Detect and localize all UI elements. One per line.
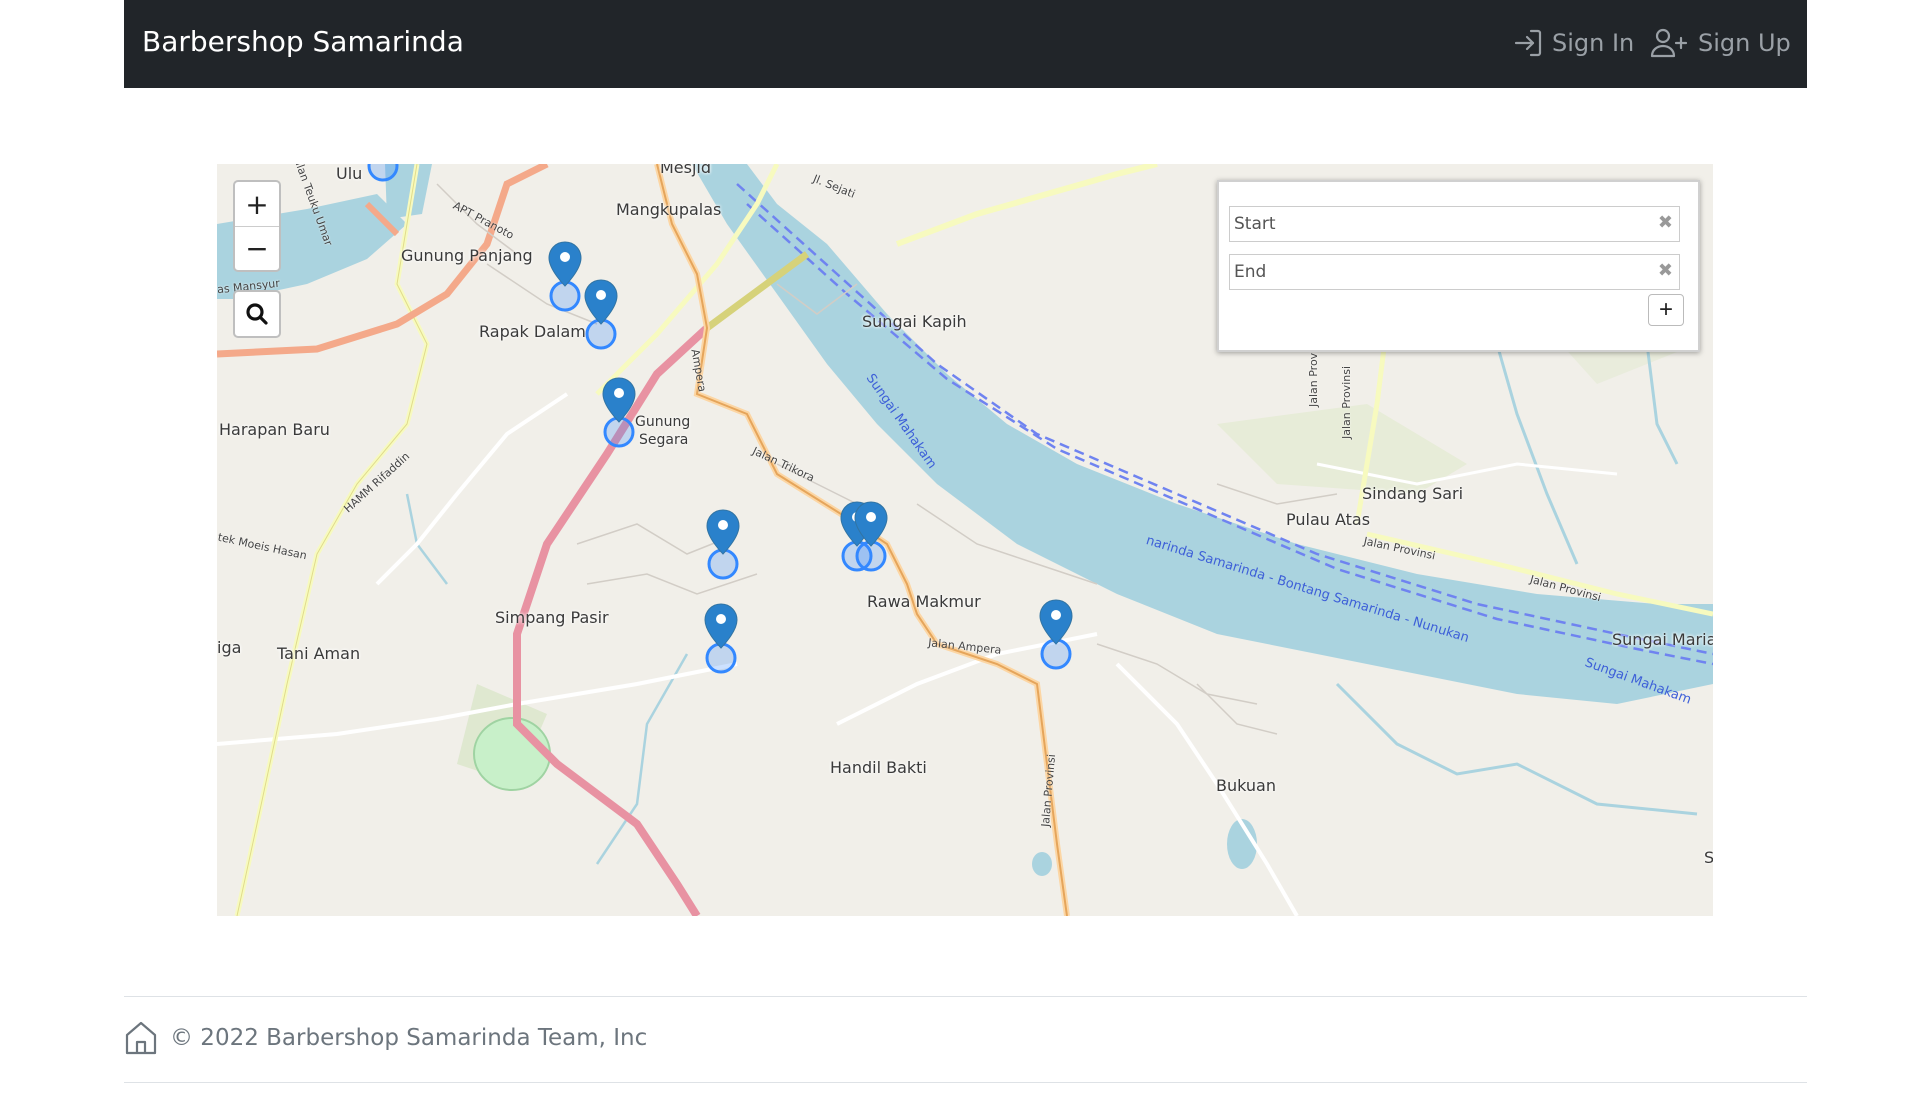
end-waypoint-input[interactable]: End ✖ — [1229, 254, 1680, 290]
clear-end-icon[interactable]: ✖ — [1658, 260, 1673, 281]
footer-divider — [124, 996, 1807, 997]
place-label: Gunung Panjang — [401, 246, 533, 265]
sign-up-label: Sign Up — [1698, 29, 1791, 57]
place-label: Pulau Atas — [1286, 510, 1371, 529]
navbar: Barbershop Samarinda Sign In Sign Up — [124, 0, 1807, 88]
road-label: Jalan Provinsi — [1340, 365, 1354, 440]
place-label: Mesjid — [660, 164, 712, 177]
place-label: S — [1704, 848, 1713, 867]
place-label: Tani Aman — [277, 644, 361, 663]
map-container[interactable]: Ulu Mesjid Mangkupalas Gunung Panjang Ra… — [217, 164, 1713, 916]
zoom-control: + − — [233, 180, 281, 272]
map-search-button[interactable] — [233, 290, 281, 338]
place-label: Sungai Maria — [1612, 630, 1713, 649]
add-waypoint-button[interactable]: + — [1648, 294, 1684, 326]
location-marker[interactable] — [703, 602, 743, 674]
zoom-in-button[interactable]: + — [235, 182, 279, 226]
sign-in-icon — [1514, 29, 1542, 57]
place-label: Harapan Baru — [219, 420, 330, 439]
location-marker[interactable] — [601, 376, 641, 448]
person-add-icon — [1650, 28, 1688, 58]
location-marker[interactable] — [1038, 598, 1078, 670]
place-label: Segara — [639, 432, 689, 448]
place-label: Sungai Kapih — [862, 312, 967, 331]
footer: © 2022 Barbershop Samarinda Team, Inc — [124, 1020, 647, 1056]
search-icon — [246, 303, 268, 325]
brand-link[interactable]: Barbershop Samarinda — [142, 25, 464, 58]
sign-in-label: Sign In — [1552, 29, 1635, 57]
sign-in-link[interactable]: Sign In — [1512, 27, 1634, 59]
footer-copyright: © 2022 Barbershop Samarinda Team, Inc — [170, 1025, 648, 1051]
place-label: Sindang Sari — [1362, 484, 1464, 503]
zoom-out-button[interactable]: − — [235, 226, 279, 270]
place-label: Handil Bakti — [830, 758, 927, 777]
sign-up-link[interactable]: Sign Up — [1650, 27, 1791, 59]
place-label: Simpang Pasir — [495, 608, 609, 627]
home-icon[interactable] — [124, 1020, 158, 1056]
place-label: iga — [217, 638, 242, 657]
location-marker[interactable] — [705, 508, 745, 580]
location-marker[interactable] — [547, 240, 587, 312]
location-marker[interactable] — [853, 500, 893, 572]
place-label: Rawa Makmur — [867, 592, 981, 611]
place-label: Gunung — [635, 414, 691, 430]
start-waypoint-input[interactable]: Start ✖ — [1229, 206, 1680, 242]
start-placeholder: Start — [1234, 214, 1276, 234]
routing-panel: Start ✖ End ✖ + — [1217, 180, 1700, 352]
place-label: Bukuan — [1216, 776, 1276, 795]
footer-bottom-divider — [124, 1082, 1807, 1083]
clear-start-icon[interactable]: ✖ — [1658, 212, 1673, 233]
place-label: Ulu — [336, 164, 363, 183]
place-label: Rapak Dalam — [479, 322, 586, 341]
location-marker[interactable] — [365, 164, 405, 182]
end-placeholder: End — [1234, 262, 1267, 282]
place-label: Mangkupalas — [616, 200, 722, 219]
location-marker[interactable] — [583, 278, 623, 350]
